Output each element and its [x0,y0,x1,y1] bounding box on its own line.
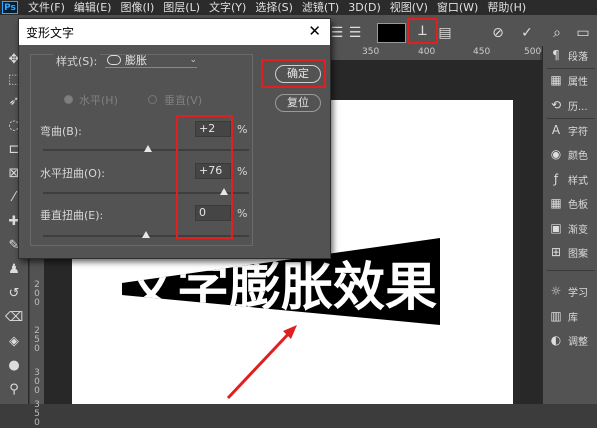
annotation-arrow [226,327,295,400]
panel-label: 段落 [568,51,588,63]
horizontal-label: 水平(H) [79,94,118,107]
vertical-label: 垂直(V) [164,94,203,107]
panel-label: 属性 [568,76,588,88]
h-distort-label: 水平扭曲(O): [40,167,105,180]
panel-label: 图案 [568,248,588,260]
panel-properties[interactable]: ▦ 属性 [549,71,588,89]
gradients-icon: ▣ [550,221,562,235]
panel-character[interactable]: A 字符 [549,121,588,139]
v-distort-slider-thumb[interactable] [142,231,150,238]
history-icon: ⟲ [550,98,562,112]
chevron-down-icon: ⌄ [189,55,197,65]
properties-icon: ▦ [550,73,562,87]
panel-color[interactable]: ◉ 颜色 [549,145,588,163]
adjustments-icon: ◐ [550,333,562,347]
bulge-style-icon [107,55,121,65]
panel-label: 库 [568,312,578,324]
bend-label: 弯曲(B): [40,125,82,138]
panel-learn[interactable]: ☼ 学习 [549,282,588,300]
panel-divider [547,118,595,119]
dialog-title-bar[interactable]: 变形文字 ✕ [19,19,330,45]
styles-icon: ƒ [553,172,559,186]
character-icon: A [551,123,561,137]
vertical-radio[interactable] [148,95,157,104]
panel-label: 渐变 [568,224,588,236]
values-highlight-box [176,115,233,239]
panel-libraries[interactable]: ▥ 库 [549,307,578,325]
panel-swatches[interactable]: ▦ 色板 [549,194,588,212]
right-panel-dock: ¶ 段落 ▦ 属性 ⟲ 历... A 字符 ◉ 颜色 ƒ 样式 ▦ 色板 ▣ 渐变 ⊞ 图案 ☼ 学… [542,46,597,404]
color-icon: ◉ [550,147,562,161]
panel-styles[interactable]: ƒ 样式 [549,170,588,188]
v-distort-label: 垂直扭曲(E): [40,209,104,222]
reset-button[interactable]: 复位 [275,94,321,112]
horizontal-radio[interactable] [64,95,73,104]
panel-label: 样式 [568,175,588,187]
libraries-icon: ▥ [550,309,562,323]
panel-gradients[interactable]: ▣ 渐变 [549,219,588,237]
panel-adjustments[interactable]: ◐ 调整 [549,331,588,349]
panel-label: 调整 [568,336,588,348]
h-distort-percent: % [237,165,248,178]
bend-slider-thumb[interactable] [144,145,153,152]
style-value: 膨胀 [125,54,147,67]
panel-divider [547,270,595,271]
panel-paragraph[interactable]: ¶ 段落 [549,46,588,64]
warp-text-dialog: 变形文字 ✕ 样式(S): 膨胀 ⌄ 水平(H) 垂直(V) 弯曲(B): +2… [18,18,331,259]
panel-label: 字符 [568,126,588,138]
paragraph-icon: ¶ [552,48,560,62]
panel-divider [547,68,595,69]
panel-label: 学习 [568,287,588,299]
style-label: 样式(S): [53,53,101,69]
panel-history[interactable]: ⟲ 历... [549,96,588,114]
panel-patterns[interactable]: ⊞ 图案 [549,243,588,261]
swatches-icon: ▦ [550,196,562,210]
ok-highlight-box [261,59,326,88]
warped-text: 文字膨胀效果 [125,258,437,318]
bend-percent: % [237,123,248,136]
close-icon[interactable]: ✕ [308,22,321,40]
panel-label: 历... [568,101,588,113]
v-distort-percent: % [237,207,248,220]
panel-label: 色板 [568,199,588,211]
learn-icon: ☼ [550,284,562,298]
dialog-title: 变形文字 [26,26,75,40]
panel-label: 颜色 [568,150,588,162]
patterns-icon: ⊞ [550,245,562,259]
ruler-tick: 350 [34,400,40,428]
style-dropdown[interactable]: 膨胀 ⌄ [105,53,197,68]
